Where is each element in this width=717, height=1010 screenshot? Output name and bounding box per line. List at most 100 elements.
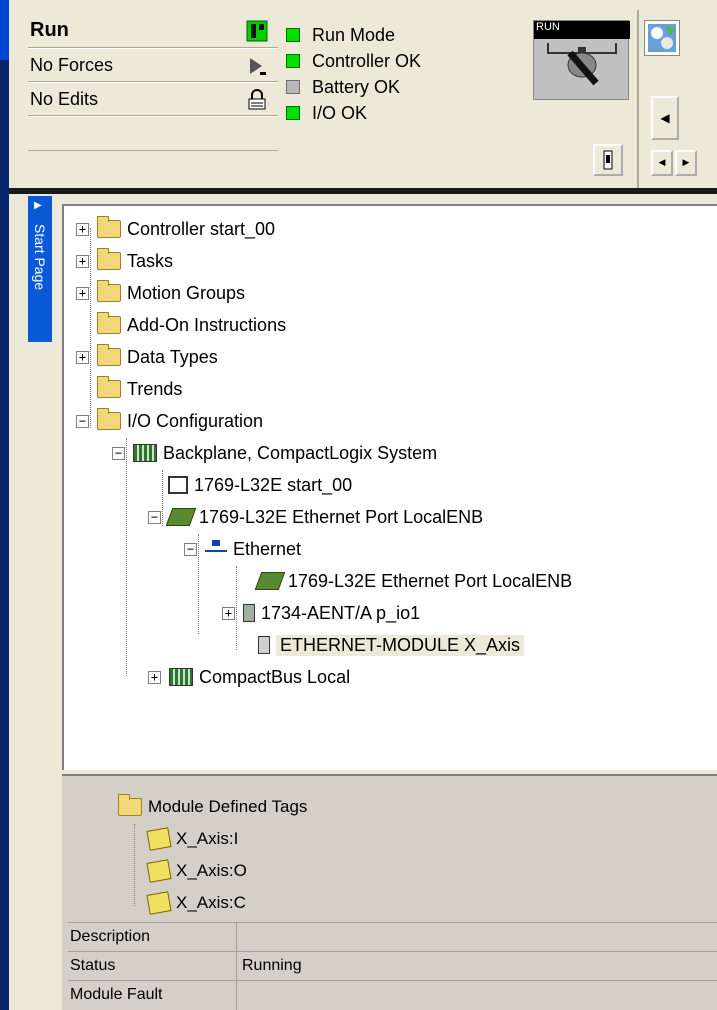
scroll-next-button[interactable]: ▶: [675, 150, 697, 176]
tree-item-label: 1769-L32E Ethernet Port LocalENB: [199, 506, 484, 527]
toolbar-separator: [637, 10, 639, 190]
forces-arrow-icon: [250, 58, 266, 75]
tree-item-controller[interactable]: + Controller start_00: [76, 214, 275, 244]
battery-ok-light: [286, 80, 300, 94]
tree-item-addon-instructions[interactable]: Add-On Instructions: [97, 310, 286, 340]
tree-item-label: ETHERNET-MODULE X_Axis: [276, 634, 525, 656]
tree-item-label: Motion Groups: [127, 282, 246, 303]
tree-item-data-types[interactable]: + Data Types: [76, 342, 218, 372]
tree-item-backplane[interactable]: − Backplane, CompactLogix System: [112, 438, 437, 468]
tab-start-page[interactable]: ▶ Start Page: [28, 196, 52, 342]
tree-item-ethernet-module[interactable]: ETHERNET-MODULE X_Axis: [258, 630, 525, 660]
adapter-module-icon: [243, 604, 255, 622]
tree-item-compactbus[interactable]: + CompactBus Local: [148, 662, 350, 692]
run-mode-light: [286, 28, 300, 42]
network-tree-icon: [205, 540, 227, 558]
ethernet-card-icon: [165, 508, 197, 526]
expand-icon[interactable]: +: [76, 350, 89, 364]
expand-icon[interactable]: +: [76, 254, 89, 268]
toggle-panel-button[interactable]: [593, 144, 623, 176]
tag-item[interactable]: X_Axis:I: [146, 824, 239, 854]
tag-pencil-icon: [146, 827, 172, 851]
collapse-icon[interactable]: −: [148, 510, 161, 524]
scroll-left-button[interactable]: ◀: [651, 96, 679, 140]
tree-item-trends[interactable]: Trends: [97, 374, 182, 404]
edits-label: No Edits: [30, 88, 99, 109]
right-small-arrow-icon: ▶: [682, 158, 690, 168]
property-key: Status: [70, 957, 116, 974]
indicator-lights: Run Mode Controller OK Battery OK I/O OK: [286, 22, 486, 126]
tree-item-label: CompactBus Local: [199, 666, 351, 687]
property-value: Running: [242, 957, 302, 974]
run-mode-row[interactable]: Run: [28, 14, 278, 48]
module-icon: [603, 150, 613, 170]
io-ok-light: [286, 106, 300, 120]
edits-row[interactable]: No Edits: [28, 82, 278, 116]
tree-item-aent[interactable]: +1734-AENT/A p_io1: [222, 598, 420, 628]
window-edge-accent: [0, 0, 9, 60]
indicator-run-mode: Run Mode: [286, 22, 486, 48]
controller-organizer-tree[interactable]: + Controller start_00 + Tasks + Motion Grou…: [62, 204, 717, 770]
rack-icon: [169, 668, 193, 686]
run-mode-icon: [246, 20, 268, 42]
indicator-label: Battery OK: [312, 76, 401, 97]
folder-icon: [97, 280, 121, 302]
folder-icon: [97, 216, 121, 238]
collapse-icon[interactable]: −: [112, 446, 125, 460]
open-folder-icon: [118, 794, 142, 816]
property-key: Module Fault: [70, 986, 163, 1003]
forces-label: No Forces: [30, 54, 114, 75]
tag-label: X_Axis:C: [176, 893, 246, 912]
property-row-module-fault[interactable]: Module Fault: [68, 980, 717, 1010]
expand-icon[interactable]: +: [76, 286, 89, 300]
tree-item-tasks[interactable]: + Tasks: [76, 246, 173, 276]
property-key: Description: [70, 928, 151, 945]
forces-row[interactable]: No Forces: [28, 48, 278, 82]
tree-item-ethernet[interactable]: − Ethernet: [184, 534, 301, 564]
tree-item-label: Data Types: [127, 346, 218, 367]
tree-item-label: I/O Configuration: [127, 410, 264, 431]
tree-connector: [134, 824, 135, 906]
tag-label: X_Axis:O: [176, 861, 247, 880]
folder-icon: [97, 344, 121, 366]
tag-pencil-icon: [146, 891, 172, 915]
tag-item[interactable]: X_Axis:O: [146, 856, 247, 886]
tag-label: X_Axis:I: [176, 829, 239, 848]
collapse-icon[interactable]: −: [76, 414, 89, 428]
controller-ok-light: [286, 54, 300, 68]
folder-icon: [97, 248, 121, 270]
scroll-first-button[interactable]: ◀: [651, 150, 673, 176]
indicator-controller-ok: Controller OK: [286, 48, 486, 74]
controller-module-icon: [168, 476, 188, 494]
network-icon[interactable]: [644, 20, 680, 56]
tags-folder-label: Module Defined Tags: [148, 797, 308, 816]
expand-icon[interactable]: +: [76, 222, 89, 236]
start-page-label: Start Page: [32, 224, 48, 291]
keyswitch: RUN: [533, 20, 630, 100]
tags-folder[interactable]: Module Defined Tags: [118, 792, 307, 822]
tree-item-label: Trends: [127, 378, 183, 399]
tree-item-label: Controller start_00: [127, 218, 276, 239]
tree-item-io-configuration[interactable]: − I/O Configuration: [76, 406, 263, 436]
property-row-description[interactable]: Description: [68, 922, 717, 952]
tree-item-ethernet-port[interactable]: − 1769-L32E Ethernet Port LocalENB: [148, 502, 483, 532]
folder-icon: [97, 312, 121, 334]
generic-module-icon: [258, 636, 270, 654]
toolbar-divider: [9, 188, 717, 194]
collapse-icon[interactable]: −: [184, 542, 197, 556]
expand-icon[interactable]: +: [148, 670, 161, 684]
indicator-label: Run Mode: [312, 24, 396, 45]
tree-item-label: Tasks: [127, 250, 174, 271]
window-edge: [0, 0, 9, 1010]
left-arrow-icon: ◀: [660, 111, 670, 125]
tree-item-motion-groups[interactable]: + Motion Groups: [76, 278, 245, 308]
expand-icon[interactable]: +: [222, 606, 235, 620]
controller-status-panel: Run No Forces No Edits: [28, 14, 278, 184]
tag-item[interactable]: X_Axis:C: [146, 888, 246, 918]
tree-item-controller-module[interactable]: 1769-L32E start_00: [168, 470, 352, 500]
tab-arrow-icon: ▶: [34, 200, 42, 211]
tree-item-label: Backplane, CompactLogix System: [163, 442, 438, 463]
tree-item-ethernet-port-local[interactable]: 1769-L32E Ethernet Port LocalENB: [254, 566, 572, 596]
property-row-status[interactable]: Status Running: [68, 951, 717, 981]
run-mode-label: Run: [30, 19, 69, 41]
